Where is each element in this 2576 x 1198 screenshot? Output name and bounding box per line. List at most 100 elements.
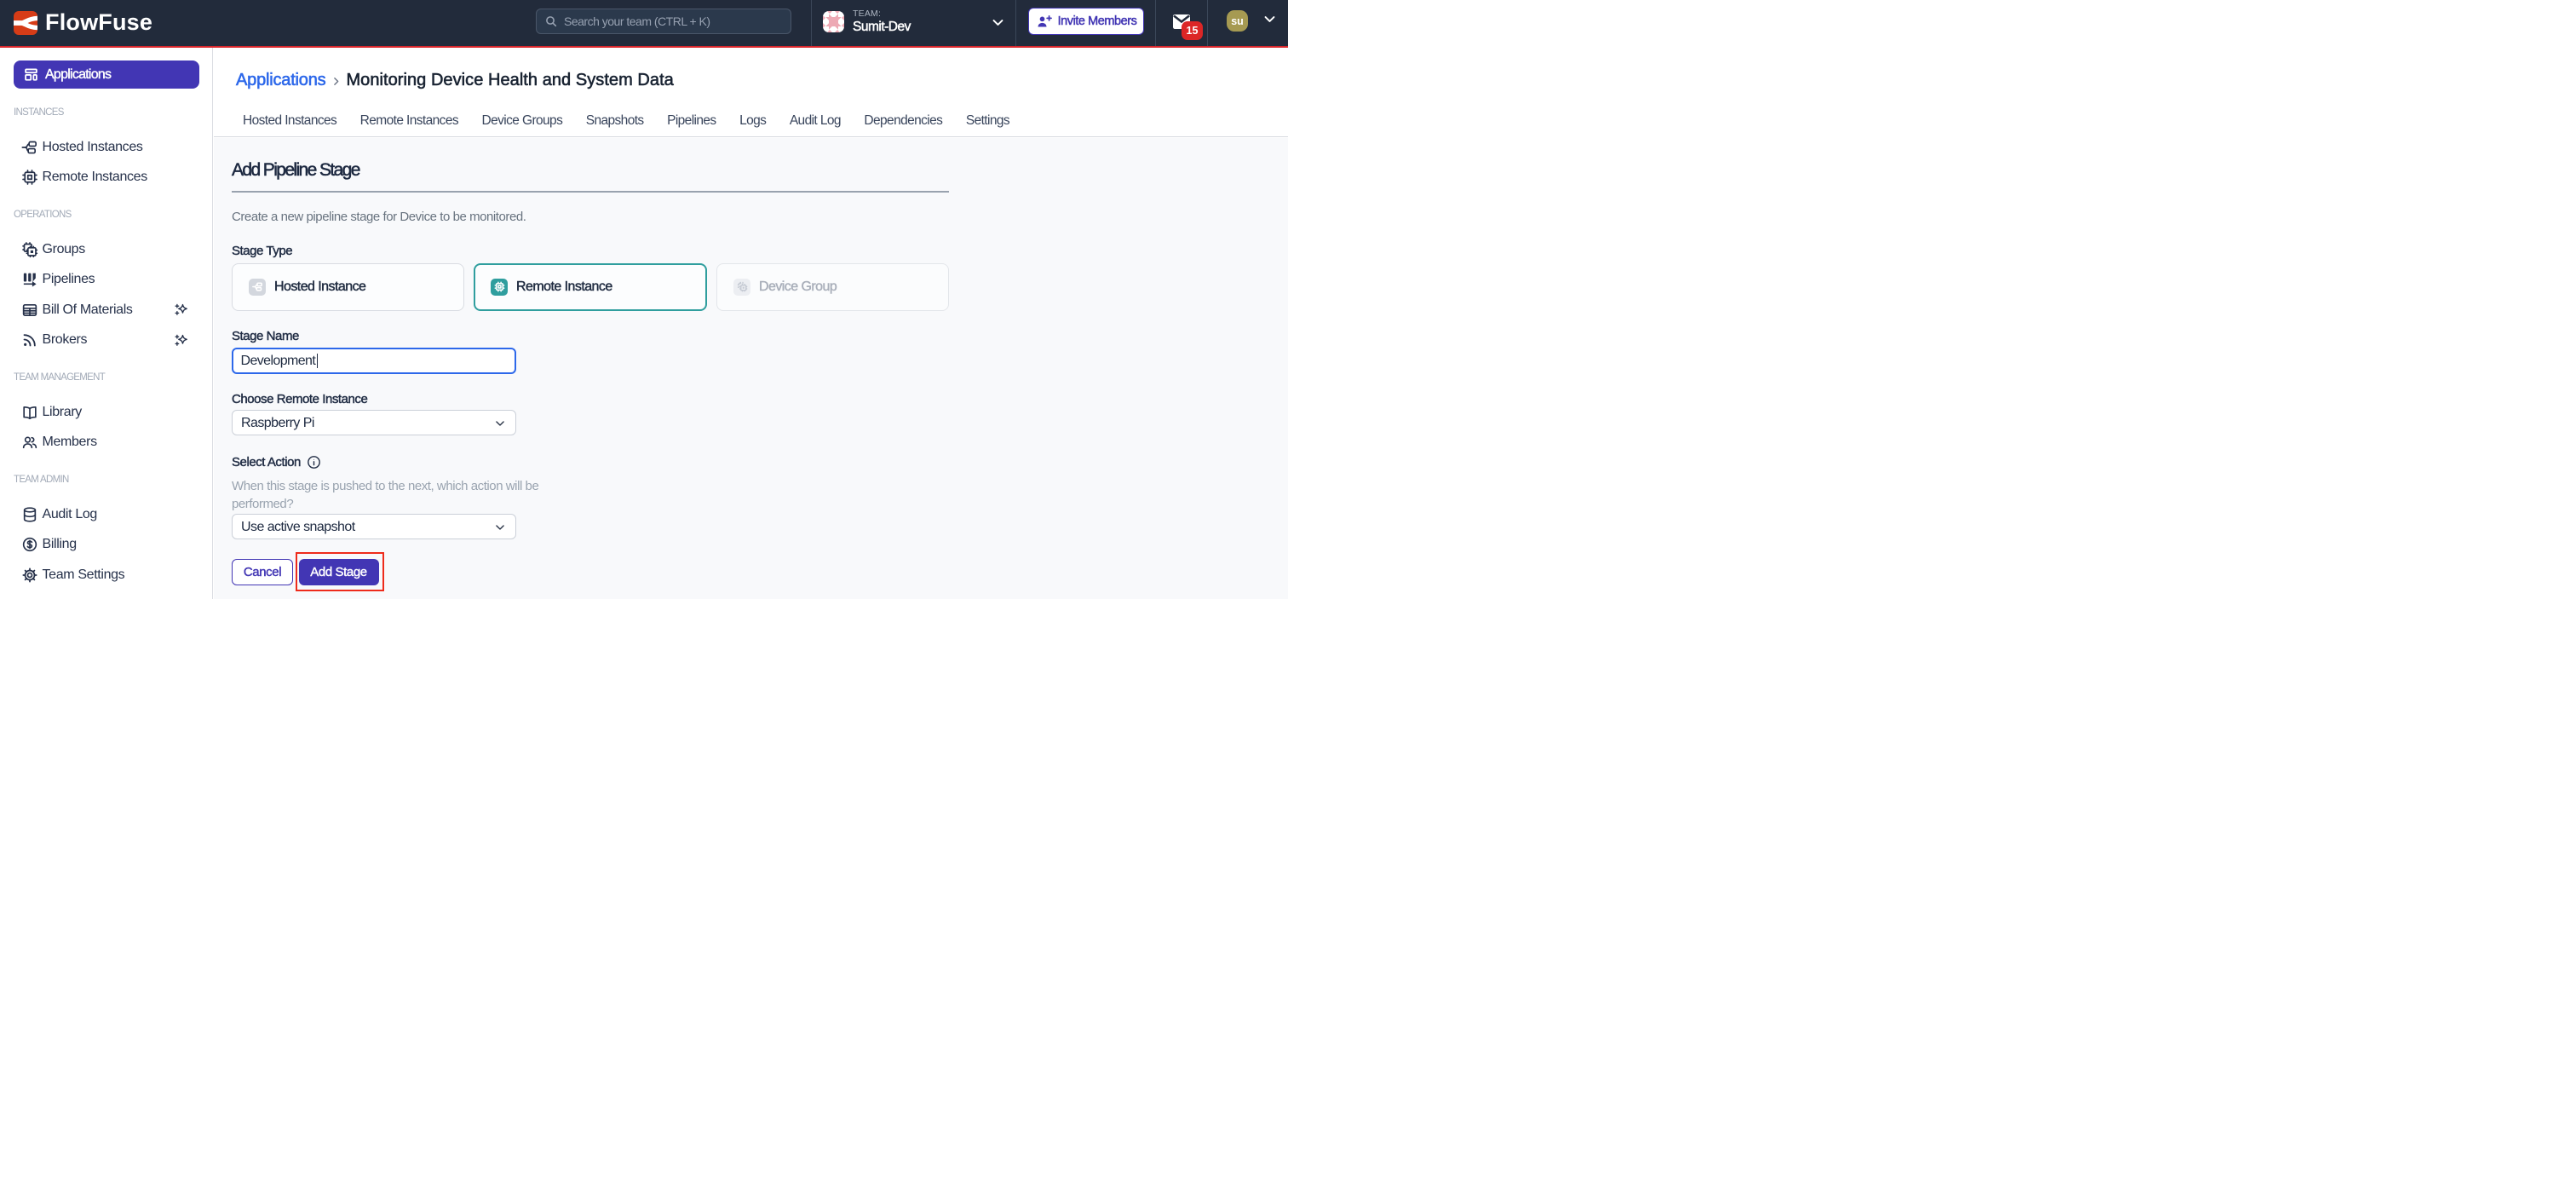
- team-meta: TEAM: Sumit-Dev: [853, 9, 911, 35]
- invite-members-button[interactable]: Invite Members: [1028, 8, 1144, 35]
- select-action-label-row: Select Action: [232, 455, 321, 469]
- remote-instance-select[interactable]: Raspberry Pi: [232, 410, 516, 435]
- sidebar-item-label: Groups: [43, 242, 85, 257]
- sidebar-sections: INSTANCES Hosted Instances Remote Instance…: [0, 90, 212, 590]
- notification-badge: 15: [1182, 21, 1203, 40]
- sidebar-item-hosted-instances[interactable]: Hosted Instances: [0, 132, 212, 163]
- chevron-down-icon: [494, 521, 506, 538]
- hosted-instance-icon: [249, 279, 266, 296]
- stage-name-field: [232, 348, 516, 374]
- user-avatar: su: [1227, 10, 1248, 32]
- remote-instance-icon: [491, 279, 508, 296]
- add-stage-button[interactable]: Add Stage: [299, 559, 379, 585]
- sidebar-item-brokers[interactable]: Brokers: [0, 325, 212, 356]
- nav-divider: [1207, 0, 1208, 46]
- info-icon[interactable]: [307, 455, 321, 469]
- team-label: TEAM:: [853, 9, 911, 19]
- search-input[interactable]: [564, 14, 777, 28]
- select-action-help: When this stage is pushed to the next, w…: [232, 478, 540, 513]
- sidebar-item-bill-of-materials[interactable]: Bill Of Materials: [0, 295, 212, 325]
- page-title: Monitoring Device Health and System Data: [346, 71, 673, 90]
- sidebar-section-heading: TEAM ADMIN: [14, 474, 212, 486]
- team-settings-icon: [21, 567, 38, 584]
- bill-of-materials-icon: [21, 302, 38, 319]
- tab-logs[interactable]: Logs: [739, 113, 766, 136]
- sidebar-item-label: Remote Instances: [43, 170, 147, 185]
- sidebar-item-groups[interactable]: Groups: [0, 234, 212, 265]
- sparkles-icon: [173, 332, 189, 353]
- sidebar-item-label: Bill Of Materials: [43, 302, 133, 318]
- groups-icon: [21, 241, 38, 258]
- user-plus-icon: [1036, 14, 1052, 30]
- sidebar-item-label: Pipelines: [43, 272, 95, 287]
- page-header: Applications Monitoring Device Health an…: [214, 48, 1288, 137]
- sidebar-item-label: Billing: [43, 537, 77, 552]
- action-select[interactable]: Use active snapshot: [232, 514, 516, 539]
- tab-bar: Hosted Instances Remote Instances Device G…: [243, 113, 1033, 136]
- chevron-right-icon: [331, 76, 342, 87]
- tab-device-groups[interactable]: Device Groups: [482, 113, 563, 136]
- chevron-down-icon[interactable]: [991, 15, 1005, 34]
- stage-type-card-label: Remote Instance: [516, 279, 612, 295]
- applications-icon: [24, 67, 38, 82]
- sidebar-item-pipelines[interactable]: Pipelines: [0, 265, 212, 296]
- chevron-down-icon: [1262, 12, 1277, 31]
- team-search[interactable]: [536, 9, 791, 34]
- billing-icon: [21, 536, 38, 553]
- remote-instance-value: Raspberry Pi: [241, 416, 314, 431]
- sparkles-icon: [173, 302, 189, 322]
- team-switcher[interactable]: TEAM: Sumit-Dev: [823, 0, 911, 43]
- tab-snapshots[interactable]: Snapshots: [586, 113, 644, 136]
- select-action-label: Select Action: [232, 455, 301, 469]
- sidebar-item-team-settings[interactable]: Team Settings: [0, 560, 212, 590]
- chevron-down-icon: [494, 418, 506, 434]
- nav-divider: [811, 0, 812, 46]
- remote-instances-icon: [21, 169, 38, 186]
- tab-dependencies[interactable]: Dependencies: [864, 113, 942, 136]
- sidebar-item-members[interactable]: Members: [0, 428, 212, 458]
- top-navbar: FlowFuse: [0, 0, 1288, 48]
- cancel-button[interactable]: Cancel: [232, 559, 293, 585]
- hosted-instances-icon: [21, 139, 38, 156]
- sidebar-section-heading: TEAM MANAGEMENT: [14, 371, 212, 383]
- sidebar-item-label: Library: [43, 405, 82, 420]
- tab-hosted-instances[interactable]: Hosted Instances: [243, 113, 336, 136]
- sidebar-section-heading: INSTANCES: [14, 107, 212, 118]
- content-area: Add Pipeline Stage Create a new pipeline…: [214, 138, 1288, 599]
- tab-pipelines[interactable]: Pipelines: [667, 113, 716, 136]
- stage-name-input[interactable]: [241, 354, 317, 369]
- sidebar-item-label: Applications: [45, 67, 111, 83]
- notifications-button[interactable]: 15: [1173, 14, 1190, 29]
- stage-type-card-label: Hosted Instance: [274, 279, 365, 295]
- sidebar-item-remote-instances[interactable]: Remote Instances: [0, 163, 212, 193]
- sidebar-item-label: Members: [43, 435, 97, 450]
- main-area: Applications Monitoring Device Health an…: [214, 48, 1288, 599]
- stage-type-card-device-group: Device Group: [716, 263, 949, 311]
- pipelines-icon: [21, 271, 38, 288]
- tab-audit-log[interactable]: Audit Log: [790, 113, 841, 136]
- search-icon: [544, 14, 558, 28]
- sidebar-item-library[interactable]: Library: [0, 397, 212, 428]
- brand[interactable]: FlowFuse: [14, 9, 152, 36]
- user-menu[interactable]: su: [1227, 10, 1277, 32]
- sidebar-item-audit-log[interactable]: Audit Log: [0, 499, 212, 530]
- form-description: Create a new pipeline stage for Device t…: [232, 210, 526, 224]
- action-value: Use active snapshot: [241, 520, 355, 535]
- app-root: FlowFuse: [0, 0, 1288, 599]
- stage-type-card-remote-instance[interactable]: Remote Instance: [474, 263, 707, 311]
- add-pipeline-stage-form: Add Pipeline Stage Create a new pipeline…: [232, 138, 949, 598]
- nav-divider: [1015, 0, 1016, 46]
- breadcrumb-applications-link[interactable]: Applications: [236, 71, 325, 90]
- sidebar-item-applications[interactable]: Applications: [14, 60, 199, 89]
- device-group-icon: [733, 279, 750, 296]
- breadcrumb: Applications Monitoring Device Health an…: [236, 71, 674, 90]
- stage-name-label: Stage Name: [232, 329, 299, 343]
- divider: [232, 191, 949, 193]
- tab-settings[interactable]: Settings: [966, 113, 1009, 136]
- stage-type-card-hosted-instance[interactable]: Hosted Instance: [232, 263, 464, 311]
- stage-type-label: Stage Type: [232, 244, 292, 258]
- tab-remote-instances[interactable]: Remote Instances: [360, 113, 458, 136]
- library-icon: [21, 404, 38, 421]
- stage-type-card-label: Device Group: [759, 279, 837, 295]
- sidebar-item-billing[interactable]: Billing: [0, 530, 212, 561]
